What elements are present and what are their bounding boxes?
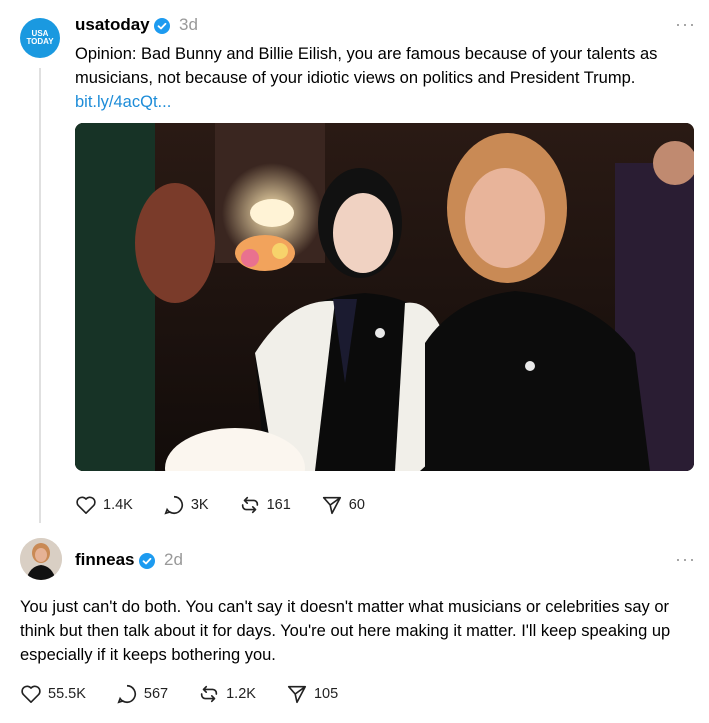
thread-line <box>39 68 41 523</box>
share-button[interactable]: 60 <box>321 494 365 516</box>
avatar-text-line2: TODAY <box>26 37 54 46</box>
verified-icon <box>154 18 170 34</box>
post-body: Opinion: Bad Bunny and Billie Eilish, yo… <box>75 45 658 87</box>
repost-count: 1.2K <box>226 686 256 702</box>
post-link[interactable]: bit.ly/4acQt... <box>75 93 171 111</box>
reply-count: 3K <box>190 497 209 513</box>
more-icon[interactable]: ··· <box>675 14 696 35</box>
reply-button[interactable]: 3K <box>163 494 209 516</box>
heart-icon <box>21 685 41 703</box>
username[interactable]: usatoday <box>75 15 150 35</box>
reply-count: 567 <box>143 686 169 702</box>
post-time[interactable]: 2d <box>164 550 183 570</box>
post-photo <box>75 123 694 471</box>
repost-icon <box>241 496 258 514</box>
repost-count: 161 <box>266 497 291 513</box>
username[interactable]: finneas <box>75 550 135 570</box>
comment-icon <box>117 684 136 704</box>
share-icon <box>322 496 341 515</box>
repost-button[interactable]: 161 <box>239 494 291 516</box>
post-time[interactable]: 3d <box>179 15 198 35</box>
post-text: You just can't do both. You can't say it… <box>20 598 671 664</box>
post-actions: 55.5K 567 1.2K 105 <box>20 683 368 705</box>
share-button[interactable]: 105 <box>286 683 338 705</box>
like-count: 1.4K <box>103 497 133 513</box>
post-actions: 1.4K 3K 161 60 <box>75 494 395 516</box>
post-text: Opinion: Bad Bunny and Billie Eilish, yo… <box>75 42 685 114</box>
share-count: 60 <box>348 497 365 513</box>
more-icon[interactable]: ··· <box>675 549 696 570</box>
repost-icon <box>200 685 218 703</box>
share-icon <box>287 685 307 704</box>
verified-icon <box>139 553 155 569</box>
comment-icon <box>164 495 183 515</box>
repost-button[interactable]: 1.2K <box>198 683 256 705</box>
like-count: 55.5K <box>48 686 86 702</box>
post-image[interactable] <box>75 123 694 471</box>
like-button[interactable]: 55.5K <box>20 684 86 704</box>
share-count: 105 <box>313 686 339 702</box>
heart-icon <box>76 496 96 514</box>
reply-button[interactable]: 567 <box>116 683 168 705</box>
like-button[interactable]: 1.4K <box>75 495 133 515</box>
finneas-avatar[interactable] <box>20 538 62 580</box>
usatoday-avatar[interactable]: USA TODAY <box>20 18 60 58</box>
avatar-image <box>20 538 62 580</box>
